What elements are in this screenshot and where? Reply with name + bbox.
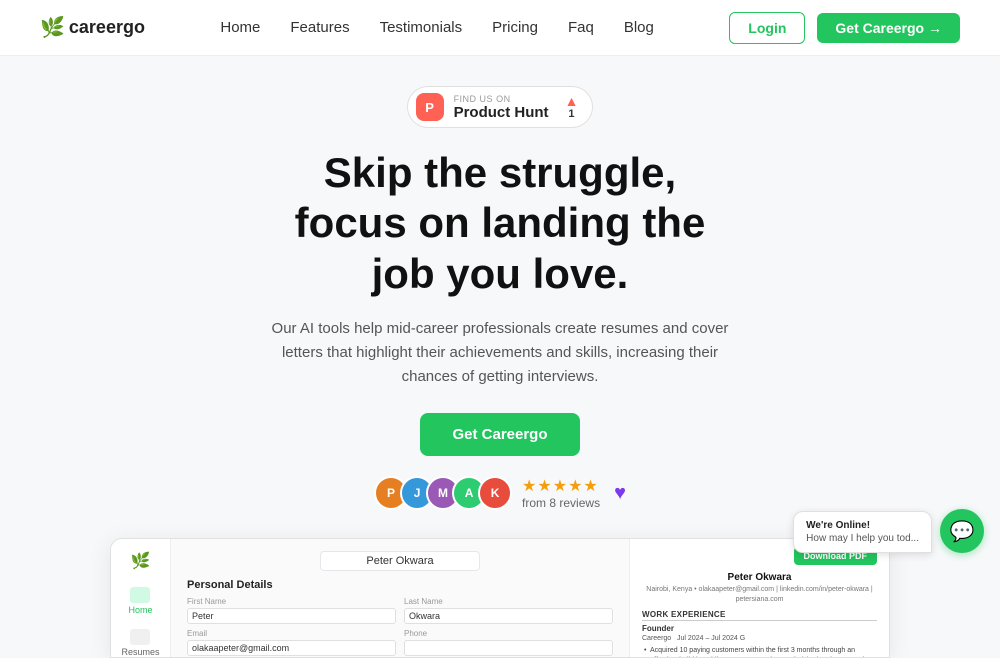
nav-faq[interactable]: Faq (568, 19, 594, 36)
avatar-5: K (478, 476, 512, 510)
nav-links: Home Features Testimonials Pricing Faq B… (220, 19, 654, 37)
email-field: Email olakaapeter@gmail.com (187, 629, 396, 656)
email-input[interactable]: olakaapeter@gmail.com (187, 640, 396, 656)
last-name-label: Last Name (404, 597, 613, 606)
ph-vote-section: ▲ 1 (565, 94, 579, 120)
stars-display: ★★★★★ (522, 476, 599, 496)
first-name-label: First Name (187, 597, 396, 606)
last-name-field: Last Name Okwara (404, 597, 613, 624)
resume-bullet-1: Acquired 10 paying customers within the … (642, 646, 877, 657)
nav-testimonials[interactable]: Testimonials (380, 19, 463, 36)
get-careergo-button[interactable]: Get Careergo → (817, 13, 960, 43)
contact-row: Email olakaapeter@gmail.com Phone (187, 629, 613, 656)
hero-subtext: Our AI tools help mid-career professiona… (260, 317, 740, 389)
ph-find-label: FIND US ON (454, 94, 549, 104)
name-row: First Name Peter Last Name Okwara (187, 597, 613, 624)
email-label: Email (187, 629, 396, 638)
resume-section-header: WORK EXPERIENCE (642, 609, 877, 621)
form-name-bar: Peter Okwara (320, 551, 480, 571)
resume-contact: Nairobi, Kenya • olakaapeter@gmail.com |… (642, 585, 877, 605)
chat-message: How may I help you tod... (806, 533, 919, 544)
nav-features[interactable]: Features (290, 19, 349, 36)
home-icon (130, 587, 150, 603)
nav-blog[interactable]: Blog (624, 19, 654, 36)
rating-section: ★★★★★ from 8 reviews (522, 476, 600, 510)
nav-home[interactable]: Home (220, 19, 260, 36)
app-form-panel: Peter Okwara Personal Details First Name… (171, 539, 629, 657)
first-name-input[interactable]: Peter (187, 608, 396, 624)
product-hunt-badge[interactable]: P FIND US ON Product Hunt ▲ 1 (407, 86, 594, 128)
chat-bubble: We're Online! How may I help you tod... (793, 511, 932, 553)
navbar: 🌿 careergo Home Features Testimonials Pr… (0, 0, 1000, 56)
phone-field: Phone (404, 629, 613, 656)
reviews-count: from 8 reviews (522, 496, 600, 510)
first-name-field: First Name Peter (187, 597, 396, 624)
logo[interactable]: 🌿 careergo (40, 15, 145, 40)
app-logo-small: 🌿 (131, 551, 151, 571)
resume-content: Peter Okwara Nairobi, Kenya • olakaapete… (642, 571, 877, 657)
nav-actions: Login Get Careergo → (729, 12, 960, 44)
hero-section: P FIND US ON Product Hunt ▲ 1 Skip the s… (0, 56, 1000, 658)
app-preview: 🌿 Home Resumes Cover Peter Okwara Person… (110, 538, 890, 658)
app-sidebar: 🌿 Home Resumes Cover (111, 539, 171, 657)
leaf-icon: 🌿 (40, 15, 65, 40)
app-nav-resumes[interactable]: Resumes (121, 629, 159, 657)
hero-headline: Skip the struggle, focus on landing the … (295, 148, 706, 299)
last-name-input[interactable]: Okwara (404, 608, 613, 624)
reviewer-avatars: P J M A K (374, 476, 512, 510)
nav-pricing[interactable]: Pricing (492, 19, 538, 36)
product-hunt-text: FIND US ON Product Hunt (454, 94, 549, 121)
chat-widget: We're Online! How may I help you tod... … (793, 509, 984, 553)
ph-name-label: Product Hunt (454, 104, 549, 121)
resumes-icon (130, 629, 150, 645)
form-section-title: Personal Details (187, 579, 613, 591)
ph-vote-count: 1 (568, 108, 574, 120)
resume-job-title: Founder (642, 623, 877, 634)
hero-cta-button[interactable]: Get Careergo (420, 413, 579, 456)
phone-label: Phone (404, 629, 613, 638)
chat-open-button[interactable]: 💬 (940, 509, 984, 553)
app-nav-home[interactable]: Home (128, 587, 152, 615)
resume-job-company: Careergo Jul 2024 – Jul 2024 G (642, 634, 877, 644)
social-proof: P J M A K ★★★★★ from 8 reviews ♥ (374, 476, 626, 510)
product-hunt-icon: P (416, 93, 444, 121)
phone-input[interactable] (404, 640, 613, 656)
heart-icon: ♥ (614, 482, 626, 505)
login-button[interactable]: Login (729, 12, 805, 44)
up-arrow-icon: ▲ (565, 94, 579, 108)
app-resume-panel: Download PDF Peter Okwara Nairobi, Kenya… (629, 539, 889, 657)
logo-text: careergo (69, 17, 145, 38)
resume-name: Peter Okwara (642, 571, 877, 585)
chat-online-label: We're Online! (806, 520, 919, 531)
